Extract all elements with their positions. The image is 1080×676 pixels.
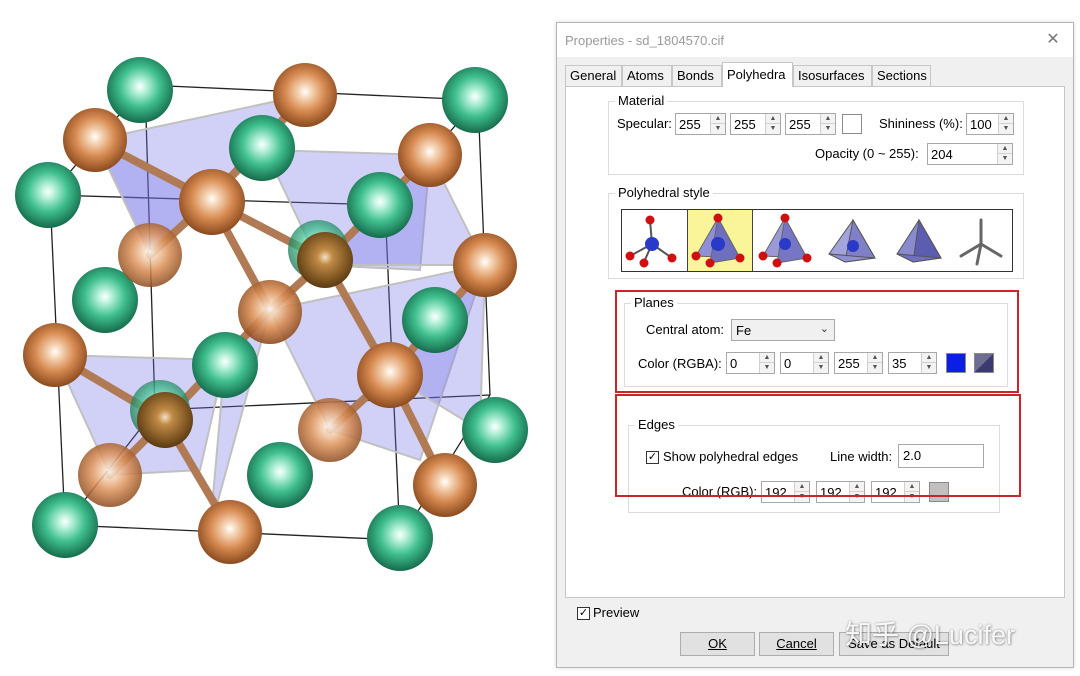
polyhedral-style-selector (621, 209, 1013, 272)
spin-up-icon[interactable]: ▲ (766, 114, 780, 124)
material-legend: Material (615, 93, 668, 108)
spin-down-icon[interactable]: ▼ (711, 124, 725, 134)
green-atom (367, 505, 433, 571)
ball-and-stick-style-icon (625, 215, 677, 268)
spin-down-icon[interactable]: ▼ (999, 124, 1013, 134)
orange-atom (63, 108, 127, 172)
cancel-button[interactable]: Cancel (759, 632, 834, 656)
orange-atom (298, 398, 362, 462)
planes-highlight-box (615, 290, 1019, 393)
spin-down-icon[interactable]: ▼ (766, 124, 780, 134)
green-atom (192, 332, 258, 398)
green-atom (15, 162, 81, 228)
transparent-polyhedra-style-icon (828, 218, 876, 263)
orange-atom (273, 63, 337, 127)
style-option-2[interactable] (753, 210, 819, 271)
atoms (15, 57, 528, 571)
orange-atom (198, 500, 262, 564)
tab-general[interactable]: General (565, 65, 622, 86)
polyhedra-with-atoms-style-icon (691, 213, 745, 268)
green-atom (402, 287, 468, 353)
shininess-input[interactable]: 100 ▲ ▼ (966, 113, 1014, 135)
properties-dialog: Properties - sd_1804570.cif ✕ General At… (556, 22, 1074, 668)
green-atom (462, 397, 528, 463)
style-option-0[interactable] (622, 210, 687, 271)
green-atom (32, 492, 98, 558)
polyhedra-tab-page: Material Specular: 255 ▲ ▼ 255 ▲ ▼ 255 ▲ ▼ … (565, 86, 1065, 598)
tab-atoms[interactable]: Atoms (622, 65, 672, 86)
orange-atom (179, 169, 245, 235)
preview-checkbox[interactable]: ✓ (577, 607, 590, 620)
green-atom (107, 57, 173, 123)
tab-isosurfaces[interactable]: Isosurfaces (793, 65, 872, 86)
spin-down-icon[interactable]: ▼ (821, 124, 835, 134)
spin-up-icon[interactable]: ▲ (999, 114, 1013, 124)
preview-label[interactable]: Preview (593, 605, 639, 620)
style-option-3[interactable] (819, 210, 885, 271)
watermark-text: 知乎 @Lucifer (845, 620, 1015, 650)
polyhedra-with-bonds-style-icon (758, 213, 812, 268)
tab-polyhedra[interactable]: Polyhedra (722, 62, 793, 87)
specular-r-input[interactable]: 255 ▲ ▼ (675, 113, 726, 135)
orange-atom (398, 123, 462, 187)
style-option-4[interactable] (885, 210, 951, 271)
green-atom (247, 442, 313, 508)
specular-b-input[interactable]: 255 ▲ ▼ (785, 113, 836, 135)
style-option-1[interactable] (687, 210, 753, 271)
orange-atom (78, 443, 142, 507)
spin-up-icon[interactable]: ▲ (998, 144, 1012, 154)
orange-atom (238, 280, 302, 344)
green-atom (347, 172, 413, 238)
opacity-label: Opacity (0 ~ 255): (815, 146, 919, 161)
crystal-structure-view[interactable] (0, 0, 545, 676)
opacity-input[interactable]: 204 ▲ ▼ (927, 143, 1013, 165)
shininess-label: Shininess (%): (879, 116, 963, 131)
tab-sections[interactable]: Sections (872, 65, 931, 86)
fe-atom (137, 392, 193, 448)
polyhedral-style-group: Polyhedral style (608, 185, 1024, 279)
dialog-titlebar[interactable]: Properties - sd_1804570.cif ✕ (557, 23, 1073, 57)
close-icon[interactable]: ✕ (1041, 29, 1065, 51)
dialog-title: Properties - sd_1804570.cif (565, 33, 724, 48)
orange-atom (413, 453, 477, 517)
specular-color-swatch[interactable] (842, 114, 862, 134)
green-atom (229, 115, 295, 181)
orange-atom (357, 342, 423, 408)
spin-up-icon[interactable]: ▲ (821, 114, 835, 124)
specular-g-input[interactable]: 255 ▲ ▼ (730, 113, 781, 135)
green-atom (442, 67, 508, 133)
edges-highlight-box (615, 394, 1021, 497)
tab-bonds[interactable]: Bonds (672, 65, 722, 86)
solid-polyhedra-style-icon (896, 218, 942, 263)
polyhedral-style-legend: Polyhedral style (615, 185, 713, 200)
specular-label: Specular: (617, 116, 672, 131)
ok-button[interactable]: OK (680, 632, 755, 656)
spin-down-icon[interactable]: ▼ (998, 154, 1012, 164)
style-option-5[interactable] (951, 210, 1014, 271)
orange-atom (23, 323, 87, 387)
spin-up-icon[interactable]: ▲ (711, 114, 725, 124)
fe-atom (297, 232, 353, 288)
material-group: Material Specular: 255 ▲ ▼ 255 ▲ ▼ 255 ▲ ▼ … (608, 93, 1024, 175)
stick-style-icon (959, 218, 1003, 266)
orange-atom (118, 223, 182, 287)
orange-atom (453, 233, 517, 297)
